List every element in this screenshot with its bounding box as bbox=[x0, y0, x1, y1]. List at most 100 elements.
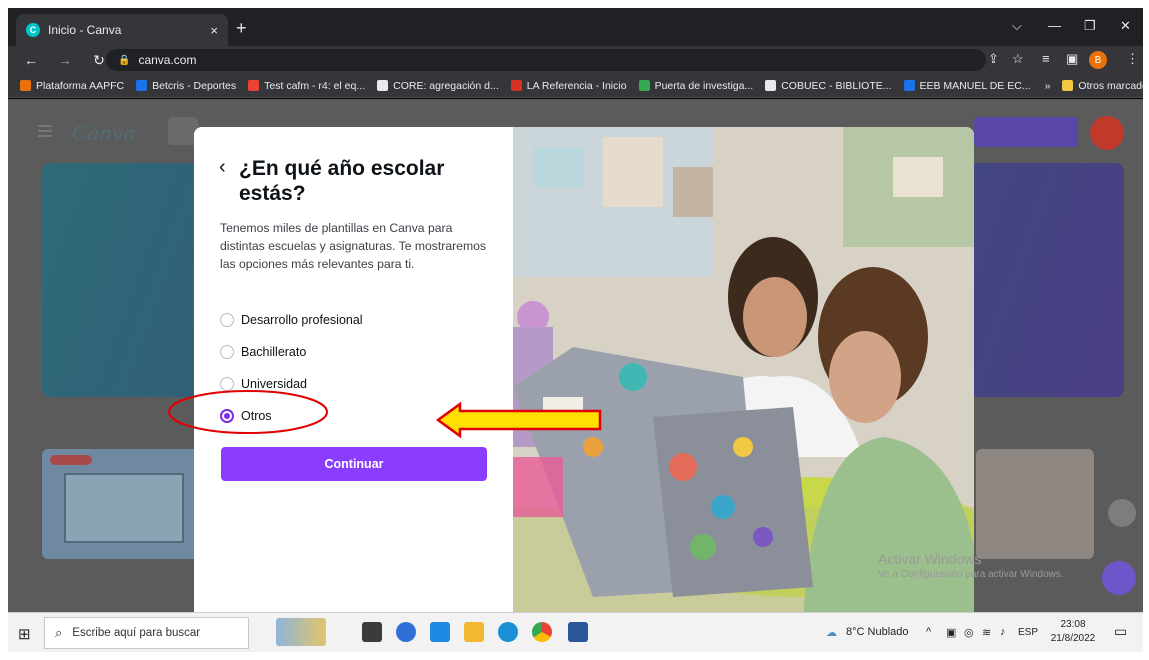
address-bar[interactable]: 🔒 canva.com bbox=[106, 49, 986, 71]
cloud-icon: ☁ bbox=[826, 627, 837, 639]
students-photo bbox=[513, 127, 974, 612]
windows-start-icon[interactable]: ⊞ bbox=[18, 625, 31, 643]
bookmark-favicon-icon bbox=[248, 80, 260, 91]
file-explorer-icon[interactable] bbox=[464, 622, 484, 642]
side-panel-icon[interactable]: ▣ bbox=[1066, 51, 1078, 67]
windows-activation-watermark: Activar Windows Ve a Configuración para … bbox=[878, 551, 1064, 583]
bookmark-item[interactable]: LA Referencia - Inicio bbox=[510, 79, 627, 92]
profile-avatar[interactable]: B bbox=[1089, 51, 1107, 69]
other-bookmarks-folder[interactable]: Otros marcadores bbox=[1062, 80, 1143, 92]
bookmark-favicon-icon bbox=[903, 80, 915, 91]
clock-time: 23:08 bbox=[1060, 619, 1086, 630]
bookmark-item[interactable]: Plataforma AAPFC bbox=[20, 80, 124, 92]
back-chevron-icon[interactable]: ‹ bbox=[219, 156, 226, 179]
network-icon[interactable]: ◎ bbox=[964, 626, 974, 639]
bookmark-label: COBUEC - BIBLIOTE... bbox=[781, 79, 892, 92]
bookmark-star-icon[interactable]: ☆ bbox=[1012, 51, 1024, 67]
search-icon: ⌕ bbox=[55, 625, 63, 640]
modal-form-panel: ‹ ¿En qué año escolar estás? Tenemos mil… bbox=[194, 127, 513, 612]
forward-arrow-icon[interactable]: → bbox=[54, 52, 76, 68]
watermark-subtitle: Ve a Configuración para activar Windows. bbox=[878, 569, 1064, 580]
edge-icon[interactable] bbox=[498, 622, 518, 642]
option-otros[interactable]: Otros bbox=[220, 409, 272, 423]
bookmark-label: Test cafm - r4: el eq... bbox=[264, 79, 366, 92]
restore-button[interactable]: ❐ bbox=[1084, 18, 1096, 34]
app-icon-star[interactable] bbox=[362, 622, 382, 642]
bookmark-item[interactable]: Puerta de investiga... bbox=[638, 79, 754, 92]
bookmark-label: Plataforma AAPFC bbox=[36, 79, 125, 92]
clock[interactable]: 23:08 21/8/2022 bbox=[1048, 618, 1098, 646]
option-bachillerato[interactable]: Bachillerato bbox=[220, 345, 306, 359]
tab-search-icon[interactable]: ⌵ bbox=[1012, 18, 1022, 34]
bookmark-favicon-icon bbox=[510, 80, 522, 91]
minimize-button[interactable]: — bbox=[1048, 18, 1061, 33]
carousel-next-button bbox=[1108, 499, 1136, 527]
desktop-screen: C Inicio - Canva × + ⌵ — ❐ ✕ ← → ↻ 🔒 can… bbox=[8, 8, 1143, 652]
share-icon[interactable]: ⇪ bbox=[988, 51, 999, 67]
bookmark-favicon-icon bbox=[638, 80, 650, 91]
new-tab-button[interactable]: + bbox=[236, 18, 247, 39]
bookmark-item[interactable]: EEB MANUEL DE EC... bbox=[903, 79, 1031, 92]
radio-button[interactable] bbox=[220, 377, 234, 391]
create-design-button bbox=[974, 117, 1078, 147]
bookmark-favicon-icon bbox=[377, 80, 389, 91]
bookmark-item[interactable]: CORE: agregación d... bbox=[377, 80, 499, 92]
news-widget-icon[interactable] bbox=[276, 618, 326, 646]
bookmark-label: CORE: agregación d... bbox=[393, 79, 499, 92]
option-label: Desarrollo profesional bbox=[241, 313, 363, 327]
weather-text[interactable]: 8°C Nublado bbox=[846, 626, 909, 638]
continue-button[interactable]: Continuar bbox=[221, 447, 487, 481]
bookmark-favicon-icon bbox=[765, 80, 777, 91]
hamburger-menu-icon[interactable] bbox=[38, 125, 52, 127]
bookmark-label: EEB MANUEL DE EC... bbox=[919, 79, 1031, 92]
browser-tab-strip: C Inicio - Canva × + ⌵ — ❐ ✕ bbox=[8, 8, 1143, 46]
radio-button-selected[interactable] bbox=[220, 409, 234, 423]
windows-taskbar: ⊞ ⌕ Escribe aquí para buscar ☁ 8°C Nubla… bbox=[8, 612, 1143, 652]
app-icon-drop[interactable] bbox=[396, 622, 416, 642]
bookmark-favicon-icon bbox=[20, 80, 31, 91]
taskbar-search-placeholder: Escribe aquí para buscar bbox=[72, 627, 201, 639]
radio-button[interactable] bbox=[220, 345, 234, 359]
option-label: Otros bbox=[241, 409, 272, 423]
chrome-menu-icon[interactable]: ⋮ bbox=[1126, 51, 1139, 67]
radio-button[interactable] bbox=[220, 313, 234, 327]
url-text: canva.com bbox=[138, 53, 197, 67]
language-indicator[interactable]: ESP bbox=[1018, 627, 1038, 638]
tray-app-icon[interactable]: ▣ bbox=[946, 626, 956, 639]
wifi-icon[interactable]: ≋ bbox=[982, 626, 991, 639]
canva-logo[interactable]: Canva bbox=[72, 121, 135, 145]
back-arrow-icon[interactable]: ← bbox=[20, 52, 42, 68]
bookmark-favicon-icon bbox=[136, 80, 148, 91]
watermark-title: Activar Windows bbox=[878, 551, 982, 567]
app-icon-chat[interactable] bbox=[430, 622, 450, 642]
bookmarks-overflow-icon[interactable]: » bbox=[1045, 80, 1051, 92]
notifications-icon[interactable]: ▭ bbox=[1114, 623, 1127, 640]
bookmark-item[interactable]: Test cafm - r4: el eq... bbox=[248, 80, 365, 92]
lock-icon: 🔒 bbox=[118, 54, 131, 66]
bookmark-item[interactable]: Betcris - Deportes bbox=[136, 80, 236, 92]
browser-toolbar: ← → ↻ 🔒 canva.com ⇪ ☆ ≡ ▣ ⋮ bbox=[8, 46, 1143, 74]
school-year-modal: ‹ ¿En qué año escolar estás? Tenemos mil… bbox=[194, 127, 974, 612]
word-icon[interactable] bbox=[568, 622, 588, 642]
bookmark-label: Puerta de investiga... bbox=[654, 79, 754, 92]
tab-close-icon[interactable]: × bbox=[210, 23, 218, 38]
canva-page: Canva ‹ ¿En qué año escolar estás? Tenem… bbox=[8, 99, 1143, 612]
option-universidad[interactable]: Universidad bbox=[220, 377, 307, 391]
browser-tab-active[interactable]: C Inicio - Canva × bbox=[16, 14, 228, 46]
taskbar-search-box[interactable]: ⌕ Escribe aquí para buscar bbox=[44, 617, 249, 649]
option-desarrollo-profesional[interactable]: Desarrollo profesional bbox=[220, 313, 363, 327]
chrome-icon[interactable] bbox=[532, 622, 552, 642]
reading-list-icon[interactable]: ≡ bbox=[1042, 51, 1050, 66]
user-avatar bbox=[1090, 116, 1124, 150]
tray-chevron-icon[interactable]: ^ bbox=[926, 626, 931, 638]
bookmarks-bar: Plataforma AAPFC Betcris - Deportes Test c… bbox=[8, 74, 1143, 98]
bookmark-label: LA Referencia - Inicio bbox=[526, 79, 627, 92]
option-label: Universidad bbox=[241, 377, 308, 391]
template-card bbox=[42, 449, 202, 559]
volume-icon[interactable]: ♪ bbox=[1000, 626, 1006, 638]
modal-title: ¿En qué año escolar estás? bbox=[239, 157, 445, 205]
folder-icon bbox=[1062, 80, 1074, 91]
canva-favicon-icon: C bbox=[26, 23, 40, 37]
close-window-button[interactable]: ✕ bbox=[1120, 18, 1131, 34]
bookmark-item[interactable]: COBUEC - BIBLIOTE... bbox=[765, 79, 892, 92]
